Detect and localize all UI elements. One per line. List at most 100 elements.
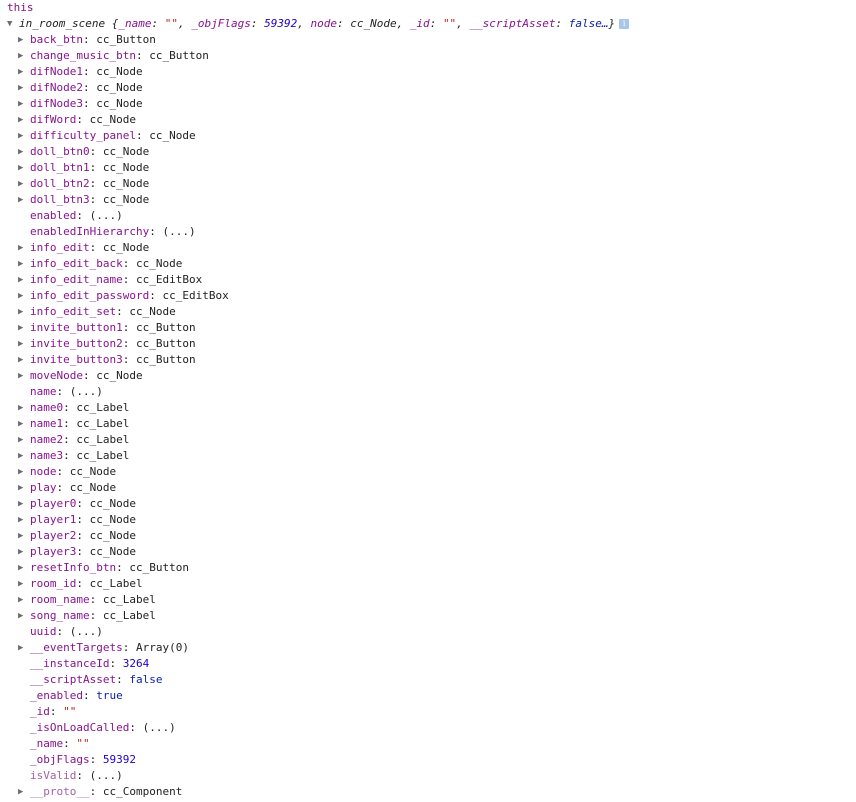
getter-invoke[interactable]: (...) [90, 769, 123, 782]
expand-triangle-icon[interactable]: ▶ [18, 592, 30, 608]
property-row[interactable]: isValid: (...) [0, 768, 856, 784]
property-row[interactable]: ▶ doll_btn3: cc_Node [0, 192, 856, 208]
property-row[interactable]: ▶ invite_button2: cc_Button [0, 336, 856, 352]
expand-triangle-icon[interactable]: ▶ [18, 240, 30, 256]
property-row[interactable]: ▶ __eventTargets: Array(0) [0, 640, 856, 656]
expand-triangle-icon[interactable]: ▶ [18, 80, 30, 96]
expand-triangle-icon[interactable]: ▶ [18, 192, 30, 208]
expand-triangle-icon[interactable]: ▶ [18, 176, 30, 192]
expand-triangle-icon[interactable]: ▶ [18, 112, 30, 128]
expand-triangle-icon[interactable]: ▶ [18, 432, 30, 448]
expand-triangle-icon[interactable]: ▶ [18, 416, 30, 432]
getter-invoke[interactable]: (...) [162, 225, 195, 238]
expand-triangle-icon[interactable]: ▶ [18, 128, 30, 144]
expand-triangle-icon[interactable]: ▶ [18, 96, 30, 112]
property-row[interactable]: ▶ name3: cc_Label [0, 448, 856, 464]
property-row[interactable]: ▶ doll_btn2: cc_Node [0, 176, 856, 192]
getter-invoke[interactable]: (...) [143, 721, 176, 734]
property-row[interactable]: ▶ node: cc_Node [0, 464, 856, 480]
expand-triangle-icon[interactable]: ▶ [18, 512, 30, 528]
property-row[interactable]: ▶ name2: cc_Label [0, 432, 856, 448]
property-value: cc_Node [89, 545, 136, 558]
property-row[interactable]: ▶ doll_btn1: cc_Node [0, 160, 856, 176]
property-row[interactable]: ▶ play: cc_Node [0, 480, 856, 496]
expand-triangle-icon[interactable]: ▶ [18, 336, 30, 352]
expand-triangle-icon[interactable]: ▶ [18, 448, 30, 464]
expand-triangle-icon[interactable]: ▶ [18, 544, 30, 560]
expand-triangle-icon[interactable]: ▶ [18, 480, 30, 496]
property-row[interactable]: uuid: (...) [0, 624, 856, 640]
property-row[interactable]: ▶ room_name: cc_Label [0, 592, 856, 608]
property-row[interactable]: enabled: (...) [0, 208, 856, 224]
getter-invoke[interactable]: (...) [70, 625, 103, 638]
expand-triangle-icon[interactable]: ▶ [18, 160, 30, 176]
expand-triangle-icon[interactable]: ▶ [18, 272, 30, 288]
expand-triangle-icon[interactable]: ▶ [18, 528, 30, 544]
property-row[interactable]: ▶ __proto__: cc_Component [0, 784, 856, 800]
property-row[interactable]: ▶ name1: cc_Label [0, 416, 856, 432]
property-value: "" [76, 737, 90, 750]
property-row[interactable]: ▶ player3: cc_Node [0, 544, 856, 560]
expand-triangle-icon[interactable]: ▶ [18, 64, 30, 80]
property-row[interactable]: ▶ info_edit: cc_Node [0, 240, 856, 256]
property-row[interactable]: ▶ difNode3: cc_Node [0, 96, 856, 112]
property-row[interactable]: ▶ difficulty_panel: cc_Node [0, 128, 856, 144]
expand-triangle-icon[interactable]: ▶ [18, 304, 30, 320]
property-row[interactable]: ▶ invite_button1: cc_Button [0, 320, 856, 336]
expand-triangle-icon[interactable]: ▶ [18, 32, 30, 48]
preview-value: false… [568, 17, 609, 30]
expand-triangle-icon[interactable]: ▶ [18, 368, 30, 384]
expand-triangle-icon[interactable]: ▶ [18, 784, 30, 800]
expand-triangle-icon[interactable]: ▶ [18, 400, 30, 416]
expand-triangle-icon[interactable]: ▶ [18, 464, 30, 480]
expand-triangle-icon[interactable]: ▶ [18, 640, 30, 656]
property-row[interactable]: ▶ room_id: cc_Label [0, 576, 856, 592]
property-row[interactable]: ▶ difWord: cc_Node [0, 112, 856, 128]
preview-key: __scriptAsset [469, 17, 556, 30]
property-row[interactable]: ▶ name0: cc_Label [0, 400, 856, 416]
property-row[interactable]: ▶ invite_button3: cc_Button [0, 352, 856, 368]
expand-triangle-icon[interactable]: ▶ [18, 288, 30, 304]
property-row[interactable]: ▶ player2: cc_Node [0, 528, 856, 544]
property-row[interactable]: ▶ difNode2: cc_Node [0, 80, 856, 96]
property-row[interactable]: ▶ doll_btn0: cc_Node [0, 144, 856, 160]
object-preview: {_name: "", _objFlags: 59392, node: cc_N… [111, 17, 616, 30]
expand-triangle-icon[interactable]: ▶ [18, 608, 30, 624]
property-row[interactable]: _isOnLoadCalled: (...) [0, 720, 856, 736]
expand-triangle-icon[interactable]: ▶ [18, 560, 30, 576]
property-row[interactable]: name: (...) [0, 384, 856, 400]
property-row[interactable]: enabledInHierarchy: (...) [0, 224, 856, 240]
property-row[interactable]: ▶ resetInfo_btn: cc_Button [0, 560, 856, 576]
property-row[interactable]: ▶ info_edit_back: cc_Node [0, 256, 856, 272]
property-key: resetInfo_btn [30, 561, 117, 574]
property-row[interactable]: ▶ moveNode: cc_Node [0, 368, 856, 384]
property-row[interactable]: ▶ song_name: cc_Label [0, 608, 856, 624]
property-row[interactable]: ▶ info_edit_set: cc_Node [0, 304, 856, 320]
property-row[interactable]: ▶ info_edit_name: cc_EditBox [0, 272, 856, 288]
object-root-row[interactable]: ▼ in_room_scene {_name: "", _objFlags: 59… [0, 16, 856, 32]
expand-triangle-icon[interactable]: ▶ [18, 320, 30, 336]
property-row[interactable]: ▶ player1: cc_Node [0, 512, 856, 528]
property-key: info_edit_back [30, 257, 123, 270]
expand-triangle-icon[interactable]: ▶ [18, 352, 30, 368]
expand-triangle-icon[interactable]: ▶ [18, 256, 30, 272]
expand-triangle-icon[interactable]: ▶ [18, 48, 30, 64]
property-key: enabledInHierarchy [30, 225, 150, 238]
info-icon[interactable]: i [619, 19, 630, 29]
property-row[interactable]: ▶ info_edit_password: cc_EditBox [0, 288, 856, 304]
preview-key: _id [409, 17, 430, 30]
expand-triangle-icon[interactable]: ▶ [18, 496, 30, 512]
expand-triangle-icon[interactable]: ▶ [18, 576, 30, 592]
expand-triangle-open-icon[interactable]: ▼ [7, 16, 19, 32]
property-key: _isOnLoadCalled [30, 721, 130, 734]
property-row[interactable]: ▶ player0: cc_Node [0, 496, 856, 512]
preview-value: 59392 [264, 17, 298, 30]
property-row[interactable]: ▶ change_music_btn: cc_Button [0, 48, 856, 64]
getter-invoke[interactable]: (...) [70, 385, 103, 398]
getter-invoke[interactable]: (...) [90, 209, 123, 222]
expand-triangle-icon[interactable]: ▶ [18, 144, 30, 160]
property-row[interactable]: ▶ back_btn: cc_Button [0, 32, 856, 48]
property-row[interactable]: ▶ difNode1: cc_Node [0, 64, 856, 80]
property-key: doll_btn2 [30, 177, 90, 190]
property-key: room_name [30, 593, 90, 606]
